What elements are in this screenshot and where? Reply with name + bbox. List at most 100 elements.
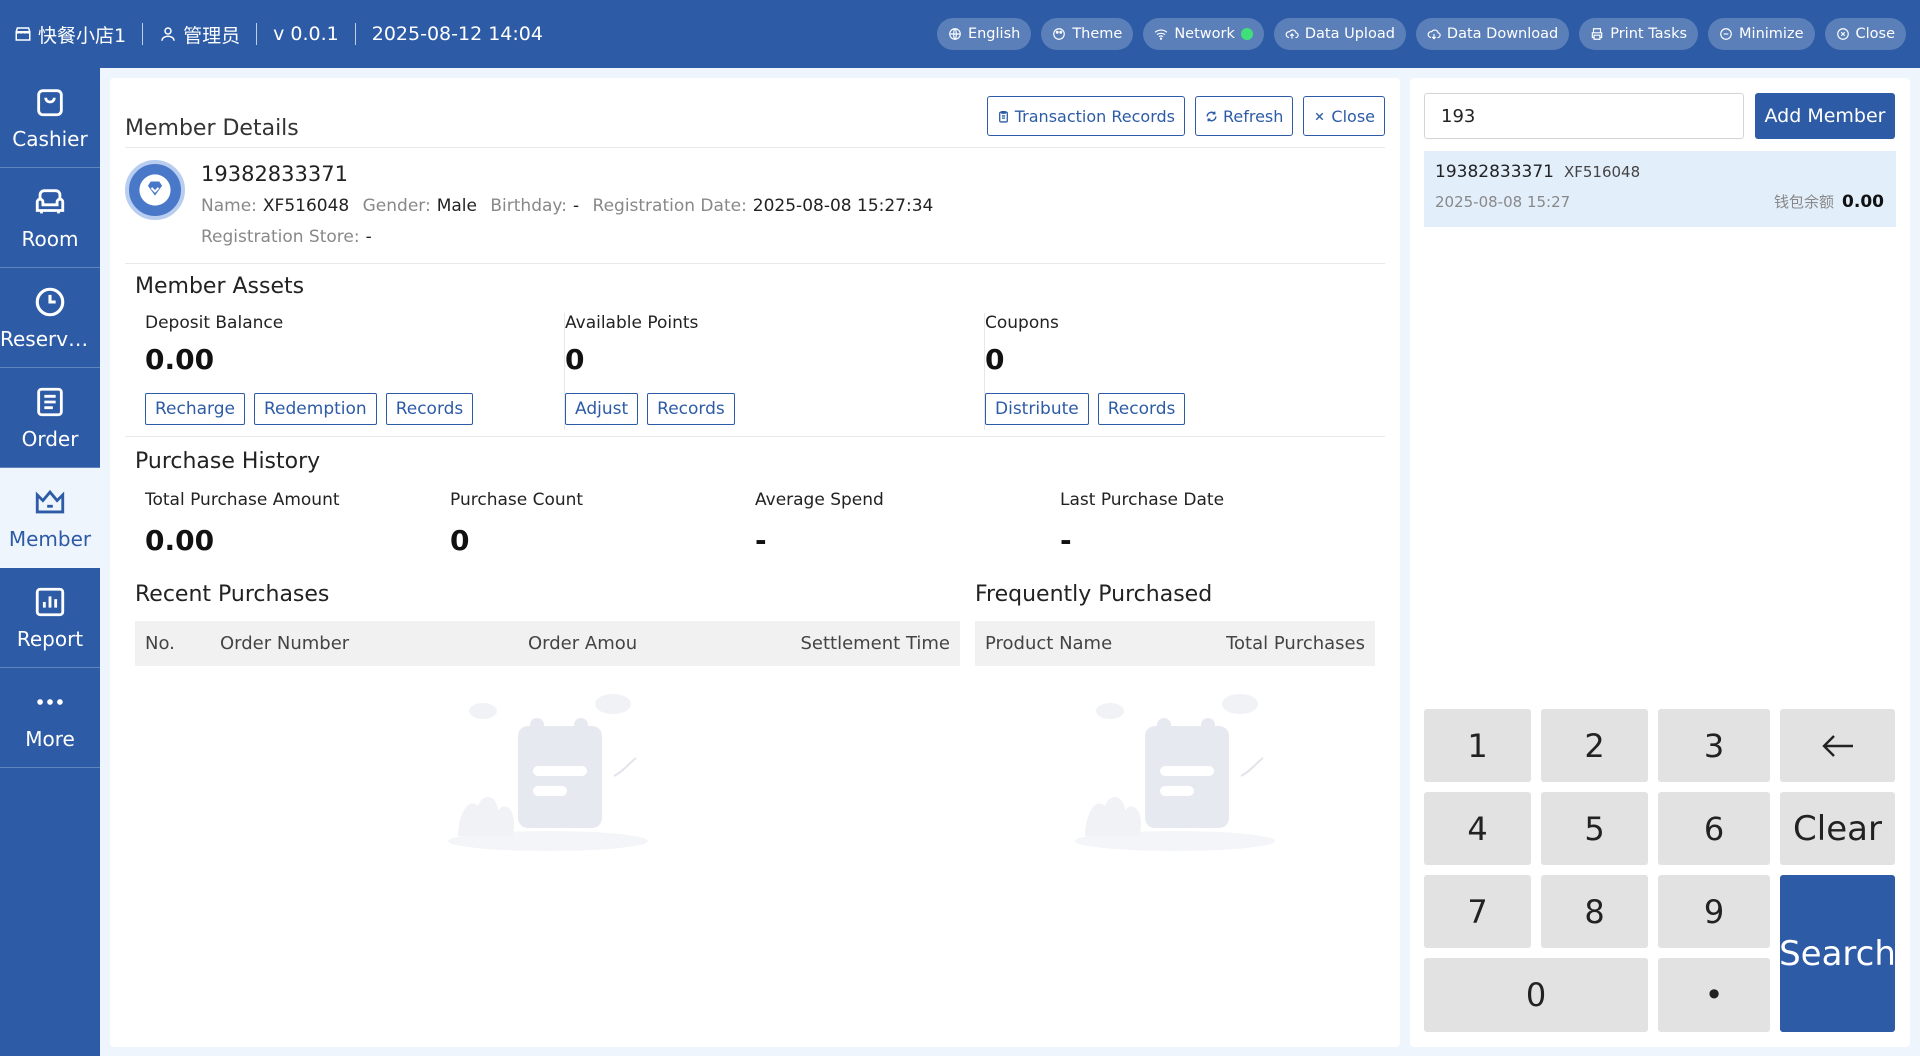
reg-store-label: Registration Store:	[201, 227, 360, 247]
column-header: Settlement Time	[800, 633, 950, 654]
data-upload-button[interactable]: Data Upload	[1273, 18, 1406, 50]
member-reg-date: 2025-08-08 15:27:34	[752, 196, 934, 216]
member-profile: 19382833371 Name: XF516048 Gender: Male Bi…	[125, 160, 1385, 264]
keypad-3[interactable]: 3	[1658, 709, 1770, 782]
redemption-button[interactable]: Redemption	[254, 393, 377, 425]
deposit-balance-card: Deposit Balance 0.00 Recharge Redemption…	[145, 313, 565, 430]
network-status-dot	[1240, 28, 1253, 40]
network-button[interactable]: Network	[1143, 18, 1264, 50]
distribute-coupons-button[interactable]: Distribute	[985, 393, 1089, 425]
sidebar-item-room[interactable]: Room	[0, 168, 100, 268]
column-header: No.	[145, 633, 175, 654]
points-records-button[interactable]: Records	[647, 393, 735, 425]
average-spend-value: -	[755, 524, 767, 557]
member-store-line: Registration Store: -	[201, 227, 380, 247]
coupons-card: Coupons 0 Distribute Records	[985, 313, 1405, 430]
minimize-icon	[1720, 28, 1732, 40]
language-button[interactable]: English	[936, 18, 1032, 50]
last-purchase-date: Last Purchase Date -	[1060, 490, 1360, 557]
sidebar-item-cashier[interactable]: Cashier	[0, 68, 100, 168]
recent-purchases-title: Recent Purchases	[135, 582, 330, 607]
palette-icon	[1053, 28, 1066, 40]
deposit-records-button[interactable]: Records	[385, 393, 474, 425]
data-download-button[interactable]: Data Download	[1415, 18, 1570, 50]
sidebar-item-label: Member	[8, 526, 92, 551]
version: v 0.0.1	[273, 23, 339, 45]
close-details-button[interactable]: Close	[1303, 96, 1385, 136]
sidebar-item-label: Report	[16, 626, 84, 651]
top-bar: 快餐小店1 管理员 v 0.0.1 2025-08-12 14:04 Engli…	[0, 0, 1920, 68]
diamond-icon	[139, 174, 171, 206]
available-points-card: Available Points 0 Adjust Records	[565, 313, 985, 430]
purchase-count-label: Purchase Count	[450, 490, 584, 510]
add-member-button[interactable]: Add Member	[1755, 93, 1895, 139]
cloud-upload-icon	[1285, 29, 1299, 39]
theme-button[interactable]: Theme	[1041, 18, 1134, 50]
sidebar-item-order[interactable]: Order	[0, 368, 100, 468]
sidebar-item-label: More	[25, 726, 75, 751]
sidebar-item-more[interactable]: More	[0, 668, 100, 768]
wallet-label: 钱包余额	[1774, 193, 1835, 211]
deposit-label: Deposit Balance	[145, 313, 284, 333]
network-label: Network	[1174, 26, 1235, 42]
data-upload-label: Data Upload	[1304, 26, 1395, 42]
keypad-clear[interactable]: Clear	[1780, 792, 1895, 865]
coupons-records-button[interactable]: Records	[1097, 393, 1186, 425]
close-circle-icon	[1836, 28, 1849, 40]
print-tasks-button[interactable]: Print Tasks	[1579, 18, 1699, 50]
member-phone: 19382833371	[201, 162, 348, 186]
sidebar-item-member[interactable]: Member	[0, 468, 100, 568]
transaction-records-button[interactable]: Transaction Records	[986, 96, 1185, 136]
purchase-count-value: 0	[450, 524, 470, 557]
keypad-2[interactable]: 2	[1541, 709, 1648, 782]
column-header: Product Name	[985, 633, 1113, 654]
member-name: XF516048	[262, 196, 350, 216]
minimize-button[interactable]: Minimize	[1708, 18, 1815, 50]
member-details-panel: Member Details Transaction Records Refre…	[110, 78, 1400, 1047]
sidebar-item-reservation[interactable]: Reserva…	[0, 268, 100, 368]
average-spend-label: Average Spend	[755, 490, 884, 510]
close-app-button[interactable]: Close	[1824, 18, 1906, 50]
history-title: Purchase History	[135, 449, 321, 474]
keypad-search-button[interactable]: Search	[1779, 875, 1896, 1032]
deposit-value: 0.00	[145, 343, 215, 376]
search-result-item[interactable]: 19382833371 XF516048 2025-08-08 15:27 钱包余…	[1424, 151, 1896, 227]
sidebar-item-report[interactable]: Report	[0, 568, 100, 668]
total-purchase-amount: Total Purchase Amount 0.00	[145, 490, 445, 557]
keypad-1[interactable]: 1	[1424, 709, 1531, 782]
bar-chart-icon	[35, 587, 65, 616]
version-info: v 0.0.1	[257, 23, 356, 45]
store-info: 快餐小店1	[14, 23, 144, 47]
keypad-5[interactable]: 5	[1541, 792, 1648, 865]
keypad-0[interactable]: 0	[1424, 958, 1648, 1032]
data-download-label: Data Download	[1446, 26, 1559, 42]
keypad-4[interactable]: 4	[1424, 792, 1531, 865]
minimize-label: Minimize	[1739, 26, 1804, 42]
refresh-button[interactable]: Refresh	[1194, 96, 1294, 136]
keypad-6[interactable]: 6	[1658, 792, 1770, 865]
member-gender: Male	[436, 196, 477, 216]
adjust-points-button[interactable]: Adjust	[565, 393, 639, 425]
refresh-icon	[1206, 111, 1217, 121]
sidebar-item-label: Room	[21, 226, 79, 251]
user-info: 管理员	[143, 23, 258, 47]
keypad-dot[interactable]: •	[1658, 958, 1770, 1032]
refresh-label: Refresh	[1222, 106, 1284, 126]
member-reg-store: -	[365, 227, 372, 247]
column-header: Total Purchases	[1226, 633, 1365, 654]
keypad-backspace[interactable]	[1780, 709, 1895, 782]
column-header: Order Amou	[528, 633, 638, 654]
recharge-button[interactable]: Recharge	[145, 393, 245, 425]
wallet-value: 0.00	[1842, 192, 1884, 212]
result-name: XF516048	[1563, 163, 1641, 181]
close-icon	[1316, 112, 1324, 120]
name-label: Name:	[201, 196, 257, 216]
member-search-input[interactable]: 193	[1424, 93, 1744, 139]
keypad-9[interactable]: 9	[1658, 875, 1770, 948]
coupons-label: Coupons	[985, 313, 1059, 333]
last-date-value: -	[1060, 524, 1072, 557]
datetime-info: 2025-08-12 14:04	[356, 23, 559, 45]
keypad-8[interactable]: 8	[1541, 875, 1648, 948]
keypad-7[interactable]: 7	[1424, 875, 1531, 948]
average-spend: Average Spend -	[755, 490, 1055, 557]
